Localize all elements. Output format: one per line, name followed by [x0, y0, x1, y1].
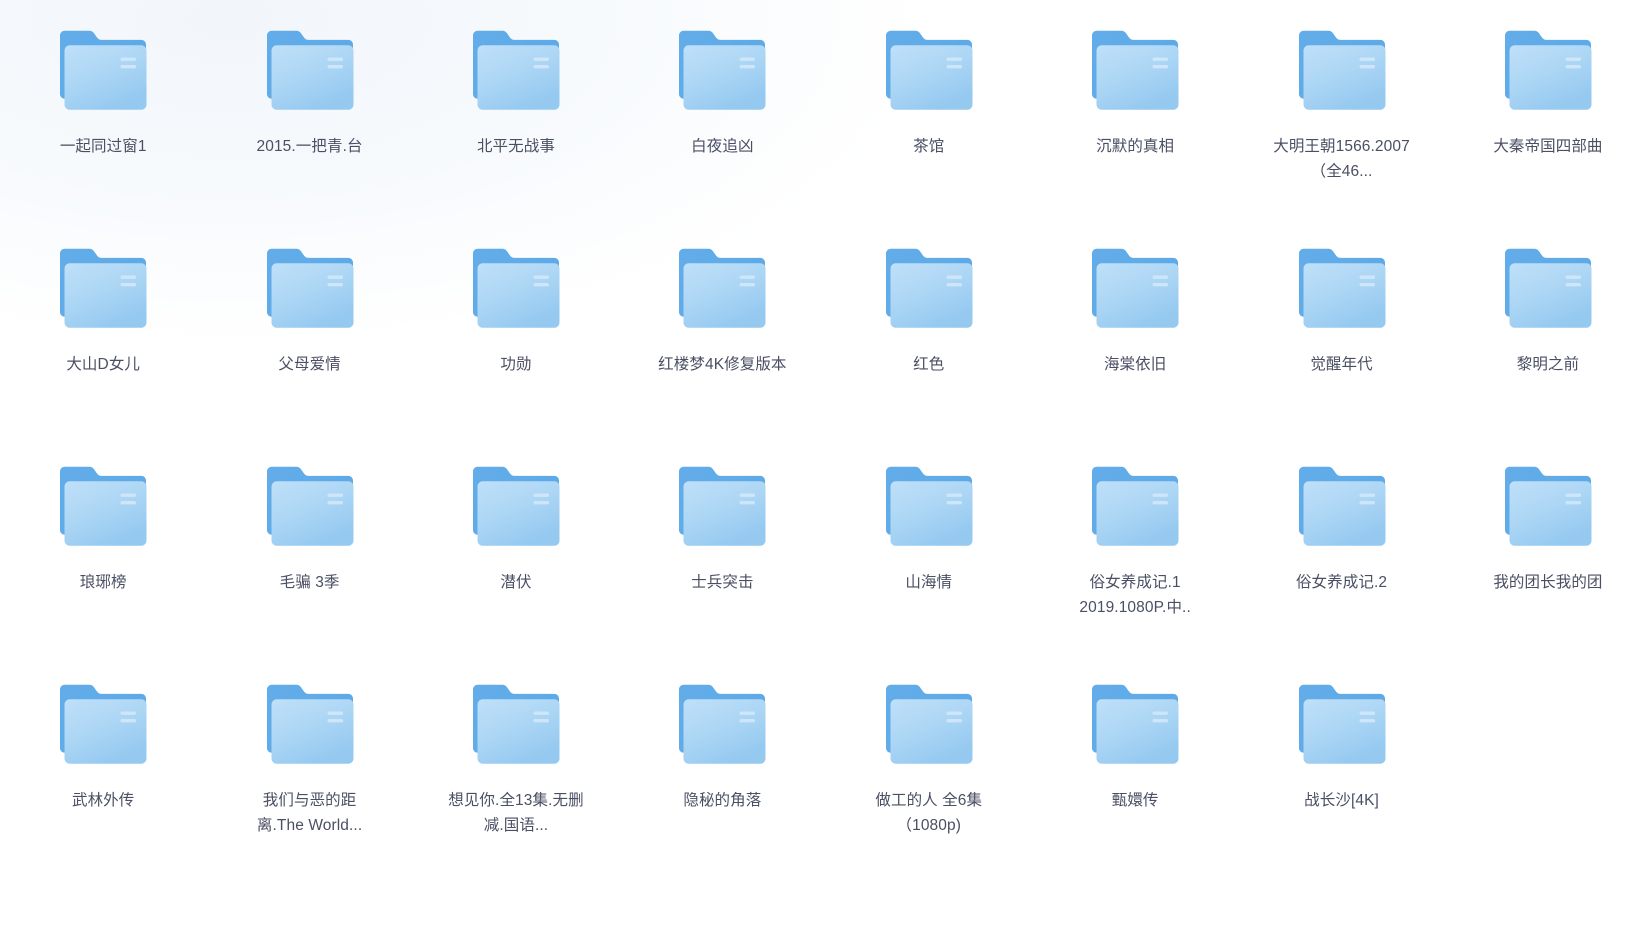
file-item-label: 黎明之前 — [1516, 356, 1580, 373]
file-item[interactable]: 北平无战事 — [413, 0, 619, 218]
file-item-label: 大山D女儿 — [66, 356, 141, 373]
file-item[interactable]: 沉默的真相 — [1032, 0, 1238, 218]
file-item-label: 想见你.全13集.无删减.国语... — [448, 792, 584, 834]
file-item-label: 红色 — [913, 356, 945, 373]
file-item[interactable]: 功勋 — [413, 218, 619, 436]
file-item[interactable]: 士兵突击 — [619, 436, 825, 654]
file-manager-content-area: 一起同过窗1 2015.一把青.台 北平无战事 白夜追凶 茶馆 沉默的真相 大明… — [0, 0, 1651, 931]
folder-icon — [1089, 679, 1181, 769]
file-item[interactable]: 甄嬛传 — [1032, 654, 1238, 872]
folder-icon — [470, 679, 562, 769]
file-item-label: 琅琊榜 — [79, 574, 127, 591]
file-item-label: 沉默的真相 — [1096, 138, 1175, 155]
file-item[interactable]: 琅琊榜 — [0, 436, 206, 654]
folder-icon — [883, 25, 975, 115]
file-item-label: 大秦帝国四部曲 — [1493, 138, 1603, 155]
file-item-label: 大明王朝1566.2007（全46... — [1273, 138, 1410, 180]
file-item[interactable]: 做工的人 全6集 （1080p) — [826, 654, 1032, 872]
folder-icon — [883, 243, 975, 333]
file-item-label: 士兵突击 — [691, 574, 754, 591]
file-item[interactable]: 俗女养成记.2 — [1238, 436, 1444, 654]
file-item-label: 俗女养成记.1 2019.1080P.中.. — [1079, 574, 1191, 616]
file-item[interactable]: 大明王朝1566.2007（全46... — [1238, 0, 1444, 218]
file-item[interactable]: 茶馆 — [826, 0, 1032, 218]
file-item-label: 毛骗 3季 — [279, 574, 340, 591]
folder-icon — [57, 461, 149, 551]
file-item-label: 2015.一把青.台 — [256, 138, 363, 155]
file-item[interactable]: 大山D女儿 — [0, 218, 206, 436]
file-item-label: 我的团长我的团 — [1493, 574, 1603, 591]
folder-icon — [470, 461, 562, 551]
folder-icon — [1296, 679, 1388, 769]
folder-icon — [57, 25, 149, 115]
file-item-label: 父母爱情 — [278, 356, 341, 373]
file-item[interactable]: 红色 — [826, 218, 1032, 436]
file-icon-grid: 一起同过窗1 2015.一把青.台 北平无战事 白夜追凶 茶馆 沉默的真相 大明… — [0, 0, 1651, 872]
file-item[interactable]: 战长沙[4K] — [1238, 654, 1444, 872]
file-item-label: 茶馆 — [913, 138, 945, 155]
folder-icon — [1296, 461, 1388, 551]
file-item-label: 白夜追凶 — [691, 138, 754, 155]
file-item[interactable]: 我的团长我的团 — [1445, 436, 1651, 654]
file-item[interactable]: 海棠依旧 — [1032, 218, 1238, 436]
folder-icon — [1089, 461, 1181, 551]
folder-icon — [264, 25, 356, 115]
file-item-label: 甄嬛传 — [1111, 792, 1159, 809]
file-item[interactable]: 山海情 — [826, 436, 1032, 654]
file-item-label: 战长沙[4K] — [1304, 792, 1379, 809]
file-item-label: 山海情 — [905, 574, 953, 591]
file-item[interactable]: 父母爱情 — [206, 218, 412, 436]
file-item-label: 海棠依旧 — [1103, 356, 1167, 373]
folder-icon — [470, 25, 562, 115]
folder-icon — [264, 679, 356, 769]
folder-icon — [676, 461, 768, 551]
folder-icon — [1089, 243, 1181, 333]
file-item-label: 俗女养成记.2 — [1295, 574, 1388, 591]
file-item-label: 武林外传 — [71, 792, 135, 809]
file-item-label: 觉醒年代 — [1310, 356, 1373, 373]
folder-icon — [676, 679, 768, 769]
folder-icon — [57, 243, 149, 333]
file-item-label: 隐秘的角落 — [683, 792, 762, 809]
file-item-label: 红楼梦4K修复版本 — [658, 356, 787, 373]
file-item[interactable]: 大秦帝国四部曲 — [1445, 0, 1651, 218]
folder-icon — [883, 679, 975, 769]
file-item[interactable]: 武林外传 — [0, 654, 206, 872]
file-item[interactable]: 一起同过窗1 — [0, 0, 206, 218]
file-item[interactable]: 白夜追凶 — [619, 0, 825, 218]
file-item[interactable]: 觉醒年代 — [1238, 218, 1444, 436]
folder-icon — [470, 243, 562, 333]
file-item-label: 功勋 — [500, 356, 532, 373]
folder-icon — [1502, 243, 1594, 333]
file-item[interactable]: 潜伏 — [413, 436, 619, 654]
folder-icon — [1502, 461, 1594, 551]
folder-icon — [1296, 25, 1388, 115]
folder-icon — [1502, 25, 1594, 115]
file-item-label: 北平无战事 — [476, 138, 555, 155]
folder-icon — [264, 461, 356, 551]
file-item[interactable]: 红楼梦4K修复版本 — [619, 218, 825, 436]
file-item-label: 一起同过窗1 — [59, 138, 147, 155]
folder-icon — [264, 243, 356, 333]
file-item[interactable]: 2015.一把青.台 — [206, 0, 412, 218]
folder-icon — [676, 25, 768, 115]
folder-icon — [1296, 243, 1388, 333]
file-item-label: 潜伏 — [500, 574, 532, 591]
folder-icon — [676, 243, 768, 333]
folder-icon — [883, 461, 975, 551]
file-item-label: 我们与恶的距离.The World... — [256, 792, 363, 834]
folder-icon — [1089, 25, 1181, 115]
file-item[interactable]: 毛骗 3季 — [206, 436, 412, 654]
file-item[interactable]: 想见你.全13集.无删减.国语... — [413, 654, 619, 872]
folder-icon — [57, 679, 149, 769]
file-item-label: 做工的人 全6集 （1080p) — [875, 792, 983, 834]
file-item[interactable]: 隐秘的角落 — [619, 654, 825, 872]
file-item[interactable]: 我们与恶的距离.The World... — [206, 654, 412, 872]
file-item[interactable]: 俗女养成记.1 2019.1080P.中.. — [1032, 436, 1238, 654]
file-item[interactable]: 黎明之前 — [1445, 218, 1651, 436]
